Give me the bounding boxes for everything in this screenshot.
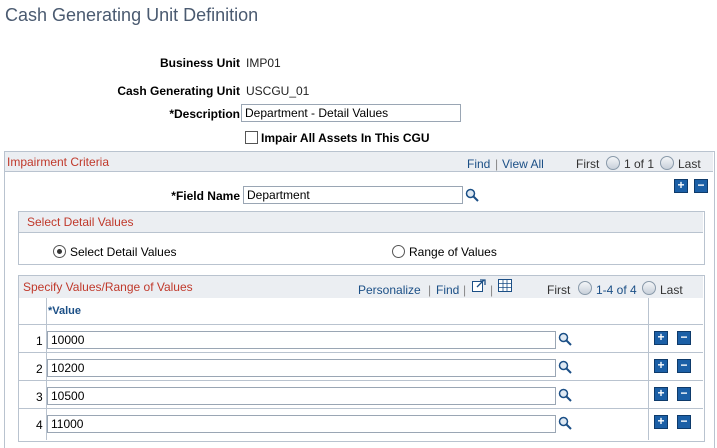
values-grid-title: Specify Values/Range of Values <box>23 280 193 294</box>
values-last-label: Last <box>660 283 683 297</box>
row-divider <box>19 408 703 409</box>
field-name-label: *Field Name <box>171 189 240 203</box>
value-input[interactable] <box>47 331 556 349</box>
values-separator-2: | <box>463 283 467 297</box>
impairment-criteria-title: Impairment Criteria <box>7 155 110 169</box>
value-input[interactable] <box>47 387 556 405</box>
criteria-add-button[interactable]: + <box>674 179 688 193</box>
criteria-next-button[interactable] <box>660 156 674 170</box>
values-separator-1: | <box>428 283 432 297</box>
delete-row-button[interactable]: − <box>677 415 691 429</box>
cgu-label: Cash Generating Unit <box>117 84 240 98</box>
cgu-value: USCGU_01 <box>246 84 310 98</box>
delete-row-button[interactable]: − <box>677 331 691 345</box>
download-to-spreadsheet-icon[interactable] <box>498 279 512 292</box>
field-name-input[interactable] <box>243 186 463 204</box>
row-number: 1 <box>36 334 43 348</box>
criteria-first-label: First <box>576 157 600 171</box>
values-column-header: *Value <box>48 305 82 317</box>
criteria-separator: | <box>495 157 499 171</box>
value-lookup-icon[interactable] <box>558 416 572 430</box>
delete-row-button[interactable]: − <box>677 387 691 401</box>
values-col-divider-2 <box>648 298 649 440</box>
criteria-range: 1 of 1 <box>624 157 655 171</box>
row-number: 2 <box>36 362 43 376</box>
description-input[interactable] <box>241 104 461 122</box>
criteria-find-link[interactable]: Find <box>467 157 490 171</box>
impair-label: Impair All Assets In This CGU <box>261 131 430 145</box>
criteria-prev-button[interactable] <box>606 156 620 170</box>
description-label: *Description <box>169 107 240 121</box>
values-next-button[interactable] <box>642 281 656 295</box>
value-input[interactable] <box>47 359 556 377</box>
radio-range-of-values-label: Range of Values <box>409 245 497 259</box>
add-row-button[interactable]: + <box>654 359 668 373</box>
business-unit-value: IMP01 <box>246 56 281 70</box>
row-divider <box>19 352 703 353</box>
delete-row-button[interactable]: − <box>677 359 691 373</box>
values-prev-button[interactable] <box>578 281 592 295</box>
values-personalize-link[interactable]: Personalize <box>358 283 421 297</box>
row-number: 3 <box>36 390 43 404</box>
radio-select-detail-values[interactable] <box>53 245 66 258</box>
page-title: Cash Generating Unit Definition <box>5 5 259 25</box>
criteria-view-all-link[interactable]: View All <box>502 157 544 171</box>
radio-range-of-values[interactable] <box>392 245 405 258</box>
add-row-button[interactable]: + <box>654 415 668 429</box>
value-lookup-icon[interactable] <box>558 332 572 346</box>
radio-select-detail-values-label: Select Detail Values <box>70 245 177 259</box>
business-unit-label: Business Unit <box>159 56 240 70</box>
value-lookup-icon[interactable] <box>558 360 572 374</box>
select-detail-values-title: Select Detail Values <box>27 215 134 229</box>
values-find-link[interactable]: Find <box>436 283 459 297</box>
values-column-header-row <box>19 298 703 325</box>
field-name-lookup-icon[interactable] <box>465 188 479 202</box>
criteria-delete-button[interactable]: − <box>694 179 708 193</box>
add-row-button[interactable]: + <box>654 387 668 401</box>
values-first-label: First <box>547 283 571 297</box>
add-row-button[interactable]: + <box>654 331 668 345</box>
value-input[interactable] <box>47 415 556 433</box>
value-lookup-icon[interactable] <box>558 388 572 402</box>
values-range: 1-4 of 4 <box>596 283 637 297</box>
row-number: 4 <box>36 418 43 432</box>
impair-checkbox[interactable] <box>245 131 258 144</box>
criteria-last-label: Last <box>678 157 701 171</box>
values-separator-3: | <box>490 283 494 297</box>
row-divider <box>19 380 703 381</box>
view-in-new-window-icon[interactable] <box>472 279 486 292</box>
